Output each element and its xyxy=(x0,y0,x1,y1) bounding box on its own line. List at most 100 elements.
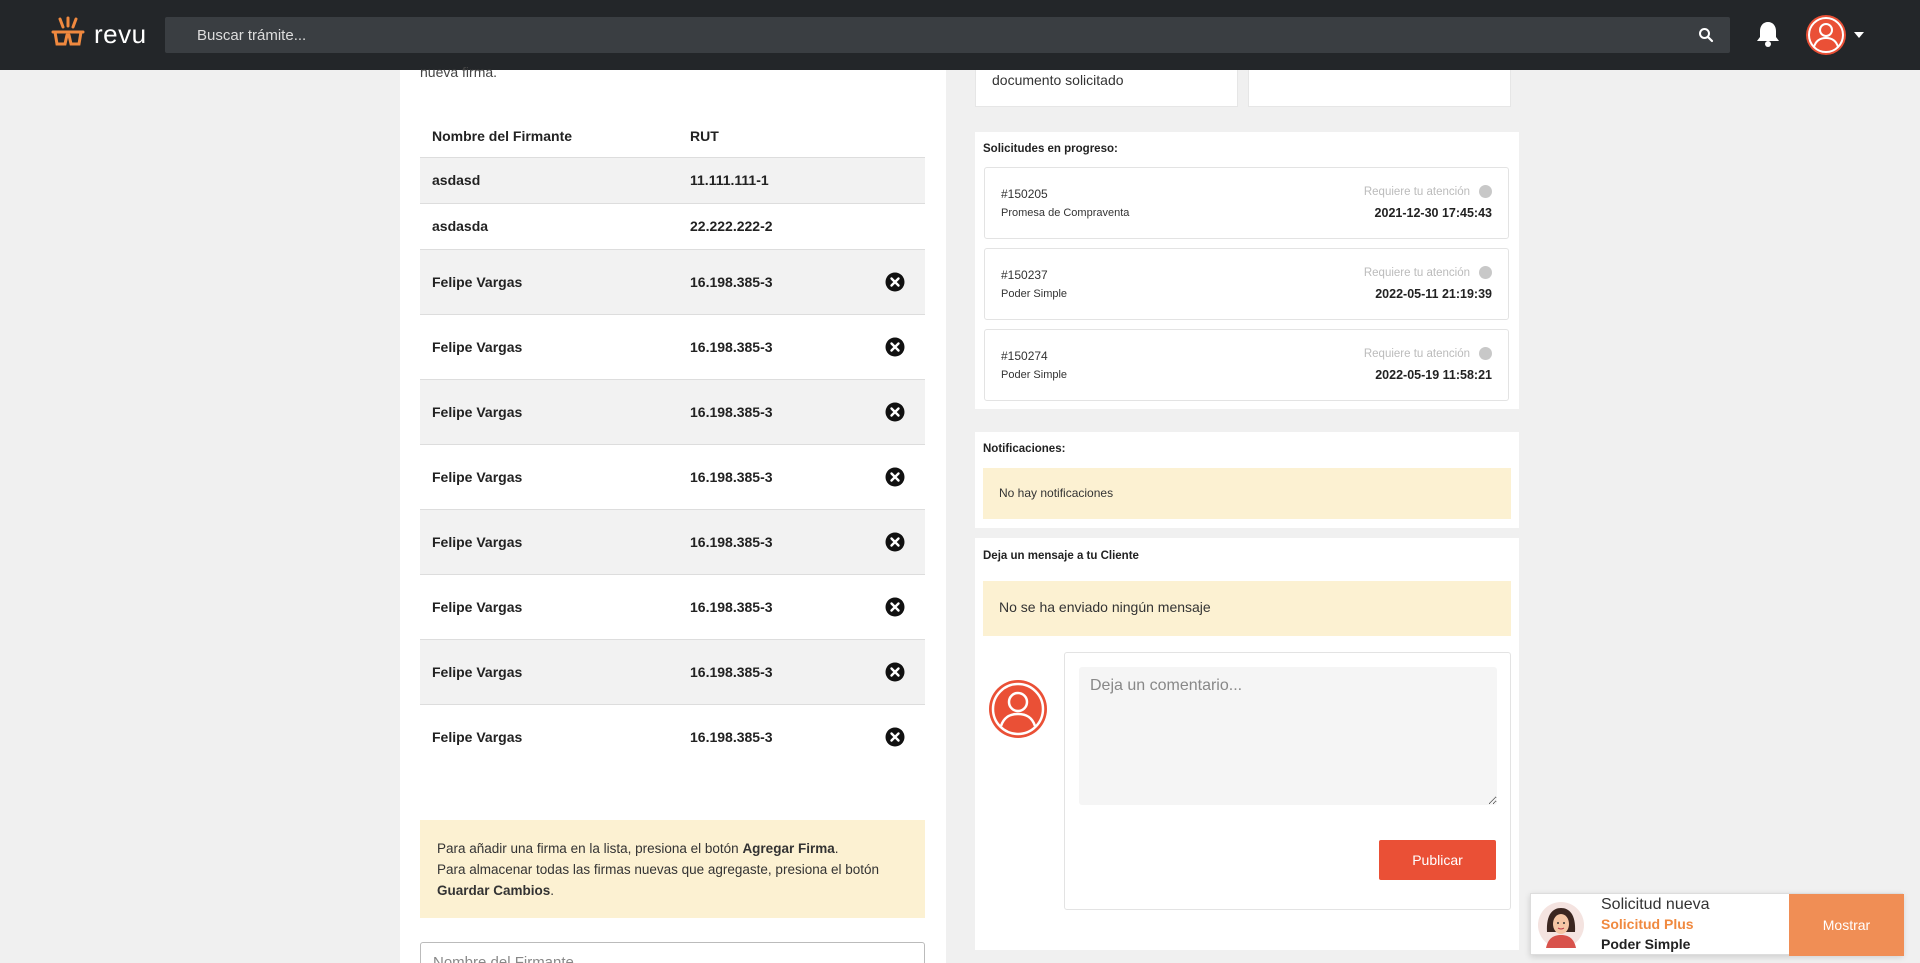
request-date: 2022-05-11 21:19:39 xyxy=(1375,287,1492,301)
notifications-card: Notificaciones: No hay notificaciones xyxy=(975,432,1519,528)
note-text: Para añadir una firma en la lista, presi… xyxy=(437,841,743,856)
signer-rut: 16.198.385-3 xyxy=(678,573,865,639)
signer-rut: 11.111.111-1 xyxy=(678,156,865,203)
remove-signer-icon[interactable] xyxy=(885,402,905,422)
signer-name: asdasda xyxy=(420,202,678,249)
remove-signer-icon[interactable] xyxy=(885,467,905,487)
user-avatar-icon[interactable] xyxy=(1805,14,1847,56)
status-dot-icon xyxy=(1479,266,1492,279)
logo-text: revu xyxy=(94,18,147,49)
section-title: Deja un mensaje a tu Cliente xyxy=(983,550,1139,562)
table-row: asdasd 11.111.111-1 xyxy=(420,156,925,203)
signer-name: asdasd xyxy=(420,156,678,203)
table-row: Felipe Vargas 16.198.385-3 xyxy=(420,638,925,704)
note-text: . xyxy=(834,841,839,856)
toast-item: Poder Simple xyxy=(1601,936,1691,952)
signer-name: Felipe Vargas xyxy=(420,378,678,444)
remove-signer-icon[interactable] xyxy=(885,272,905,292)
request-type: Poder Simple xyxy=(1001,369,1068,381)
actions-cell xyxy=(865,248,925,314)
request-date: 2022-05-19 11:58:21 xyxy=(1375,368,1492,382)
table-row: asdasda 22.222.222-2 xyxy=(420,202,925,249)
notification-bell-icon[interactable] xyxy=(1755,20,1781,48)
messages-empty: No se ha enviado ningún mensaje xyxy=(983,581,1511,636)
signer-rut: 16.198.385-3 xyxy=(678,313,865,379)
search-bar xyxy=(165,17,1730,53)
request-date: 2021-12-30 17:45:43 xyxy=(1374,206,1492,220)
list-item[interactable]: #150205 Promesa de Compraventa Requiere tu… xyxy=(984,167,1509,239)
signer-name: Felipe Vargas xyxy=(420,248,678,314)
header-signer-name: Nombre del Firmante xyxy=(420,115,678,158)
actions-cell xyxy=(865,443,925,509)
actions-cell xyxy=(865,638,925,704)
toast-subtitle: Solicitud Plus xyxy=(1601,916,1694,932)
note-bold-save-changes: Guardar Cambios xyxy=(437,883,551,898)
comment-input[interactable] xyxy=(1079,667,1497,805)
signer-name: Felipe Vargas xyxy=(420,703,678,769)
request-id: #150205 xyxy=(1001,187,1048,201)
client-message-card: Deja un mensaje a tu Cliente No se ha en… xyxy=(975,538,1519,950)
remove-signer-icon[interactable] xyxy=(885,337,905,357)
signer-name: Felipe Vargas xyxy=(420,313,678,379)
actions-cell xyxy=(865,156,925,203)
remove-signer-icon[interactable] xyxy=(885,662,905,682)
request-id: #150274 xyxy=(1001,349,1048,363)
signer-name: Felipe Vargas xyxy=(420,638,678,704)
header-actions xyxy=(865,115,925,158)
note-bold-add-signature: Agregar Firma xyxy=(742,841,835,856)
signer-rut: 16.198.385-3 xyxy=(678,378,865,444)
signer-rut: 22.222.222-2 xyxy=(678,202,865,249)
signer-rut: 16.198.385-3 xyxy=(678,248,865,314)
request-type: Promesa de Compraventa xyxy=(1001,207,1130,219)
new-request-toast: Solicitud nueva Solicitud Plus Poder Sim… xyxy=(1530,893,1904,956)
revu-logo[interactable]: revu xyxy=(50,16,147,52)
actions-cell xyxy=(865,508,925,574)
header-rut: RUT xyxy=(678,115,865,158)
show-button[interactable]: Mostrar xyxy=(1789,894,1904,956)
signer-rut: 16.198.385-3 xyxy=(678,508,865,574)
request-id: #150237 xyxy=(1001,268,1048,282)
request-status: Requiere tu atención xyxy=(1363,186,1470,198)
signer-name: Felipe Vargas xyxy=(420,573,678,639)
remove-signer-icon[interactable] xyxy=(885,727,905,747)
signers-table: Nombre del Firmante RUT asdasd 11.111.111… xyxy=(420,115,925,769)
comment-composer: Publicar xyxy=(1064,652,1511,910)
section-title: Notificaciones: xyxy=(983,443,1066,455)
table-row: Felipe Vargas 16.198.385-3 xyxy=(420,443,925,509)
top-bar: revu xyxy=(0,0,1920,70)
request-type: Poder Simple xyxy=(1001,288,1068,300)
table-row: Felipe Vargas 16.198.385-3 xyxy=(420,573,925,639)
remove-signer-icon[interactable] xyxy=(885,532,905,552)
request-status: Requiere tu atención xyxy=(1363,267,1470,279)
signer-rut: 16.198.385-3 xyxy=(678,638,865,704)
actions-cell xyxy=(865,703,925,769)
note-text: Para almacenar todas las firmas nuevas q… xyxy=(437,862,880,877)
table-header-row: Nombre del Firmante RUT xyxy=(420,115,925,158)
signer-rut: 16.198.385-3 xyxy=(678,703,865,769)
signer-rut: 16.198.385-3 xyxy=(678,443,865,509)
search-input[interactable] xyxy=(165,17,1730,53)
revu-glasses-icon xyxy=(51,16,85,46)
list-item[interactable]: #150274 Poder Simple Requiere tu atención 2… xyxy=(984,329,1509,401)
signers-panel: nueva firma. Nombre del Firmante RUT asd… xyxy=(400,64,946,963)
document-card-secondary xyxy=(1248,70,1511,107)
requests-in-progress-card: Solicitudes en progreso: #150205 Promesa … xyxy=(975,132,1519,409)
document-label: documento solicitado xyxy=(992,72,1124,88)
publish-button[interactable]: Publicar xyxy=(1379,840,1496,880)
table-row: Felipe Vargas 16.198.385-3 xyxy=(420,703,925,769)
signer-name-input[interactable] xyxy=(420,942,925,963)
chevron-down-icon[interactable] xyxy=(1854,32,1864,38)
table-row: Felipe Vargas 16.198.385-3 xyxy=(420,378,925,444)
user-avatar-icon xyxy=(989,680,1047,738)
search-icon[interactable] xyxy=(1698,27,1714,43)
signers-table-body: asdasd 11.111.111-1 asdasda 22.222.222-2 Fel… xyxy=(420,156,925,769)
remove-signer-icon[interactable] xyxy=(885,597,905,617)
list-item[interactable]: #150237 Poder Simple Requiere tu atención 2… xyxy=(984,248,1509,320)
notifications-empty: No hay notificaciones xyxy=(983,468,1511,519)
instructions-note: Para añadir una firma en la lista, presi… xyxy=(420,820,925,918)
status-dot-icon xyxy=(1479,347,1492,360)
request-status: Requiere tu atención xyxy=(1363,348,1470,360)
table-row: Felipe Vargas 16.198.385-3 xyxy=(420,508,925,574)
intro-text: nueva firma. xyxy=(420,64,498,80)
actions-cell xyxy=(865,573,925,639)
